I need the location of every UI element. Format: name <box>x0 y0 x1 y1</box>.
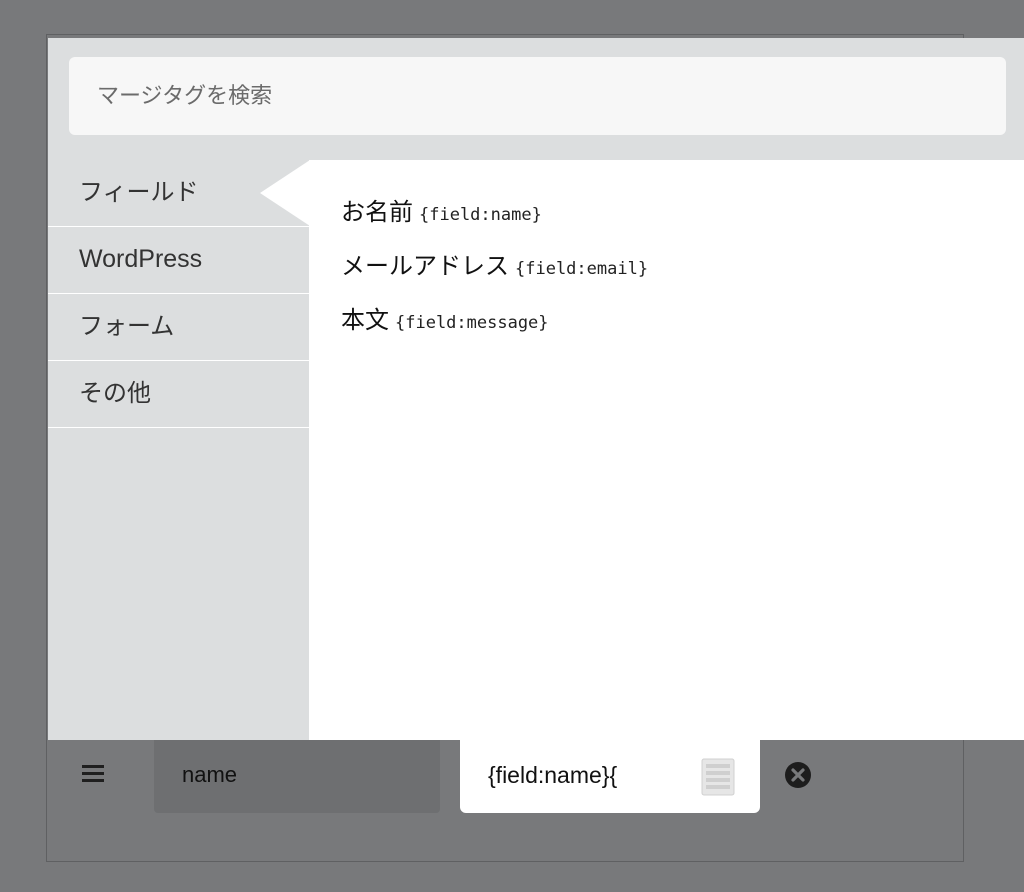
tag-label: お名前 <box>341 198 413 226</box>
merge-tag-email[interactable]: メールアドレス {field:email} <box>341 246 648 281</box>
field-name-input[interactable]: name <box>154 740 440 813</box>
list-icon[interactable] <box>701 758 735 796</box>
merge-tag-list: お名前 {field:name} メールアドレス {field:email} 本文 {… <box>309 160 1024 740</box>
merge-tag-search-input[interactable] <box>69 57 1006 135</box>
tag-code: {field:message} <box>395 313 549 333</box>
sidebar-item-label: その他 <box>79 379 151 407</box>
hamburger-menu-icon[interactable] <box>82 765 104 783</box>
close-circle-icon[interactable] <box>784 761 812 789</box>
field-value-text: {field:name}{ <box>488 762 618 788</box>
sidebar-item-label: フォーム <box>79 312 175 340</box>
merge-tag-message[interactable]: 本文 {field:message} <box>341 300 549 335</box>
tag-code: {field:email} <box>515 259 649 279</box>
sidebar-item-wordpress[interactable]: WordPress <box>48 227 309 294</box>
active-category-pointer <box>260 160 310 226</box>
sidebar-item-label: WordPress <box>79 245 203 273</box>
field-value-input[interactable]: {field:name}{ <box>460 740 760 813</box>
sidebar-item-other[interactable]: その他 <box>48 361 309 428</box>
sidebar-item-label: フィールド <box>79 178 199 206</box>
tag-label: 本文 <box>341 306 389 334</box>
tag-label: メールアドレス <box>341 252 509 280</box>
merge-tag-popup: フィールド WordPress フォーム その他 お名前 {field:name}… <box>48 38 1024 740</box>
merge-tag-name[interactable]: お名前 {field:name} <box>341 192 542 227</box>
sidebar-item-form[interactable]: フォーム <box>48 294 309 361</box>
search-box <box>69 57 1006 135</box>
field-name-value: name <box>182 762 238 787</box>
tag-code: {field:name} <box>419 205 542 225</box>
